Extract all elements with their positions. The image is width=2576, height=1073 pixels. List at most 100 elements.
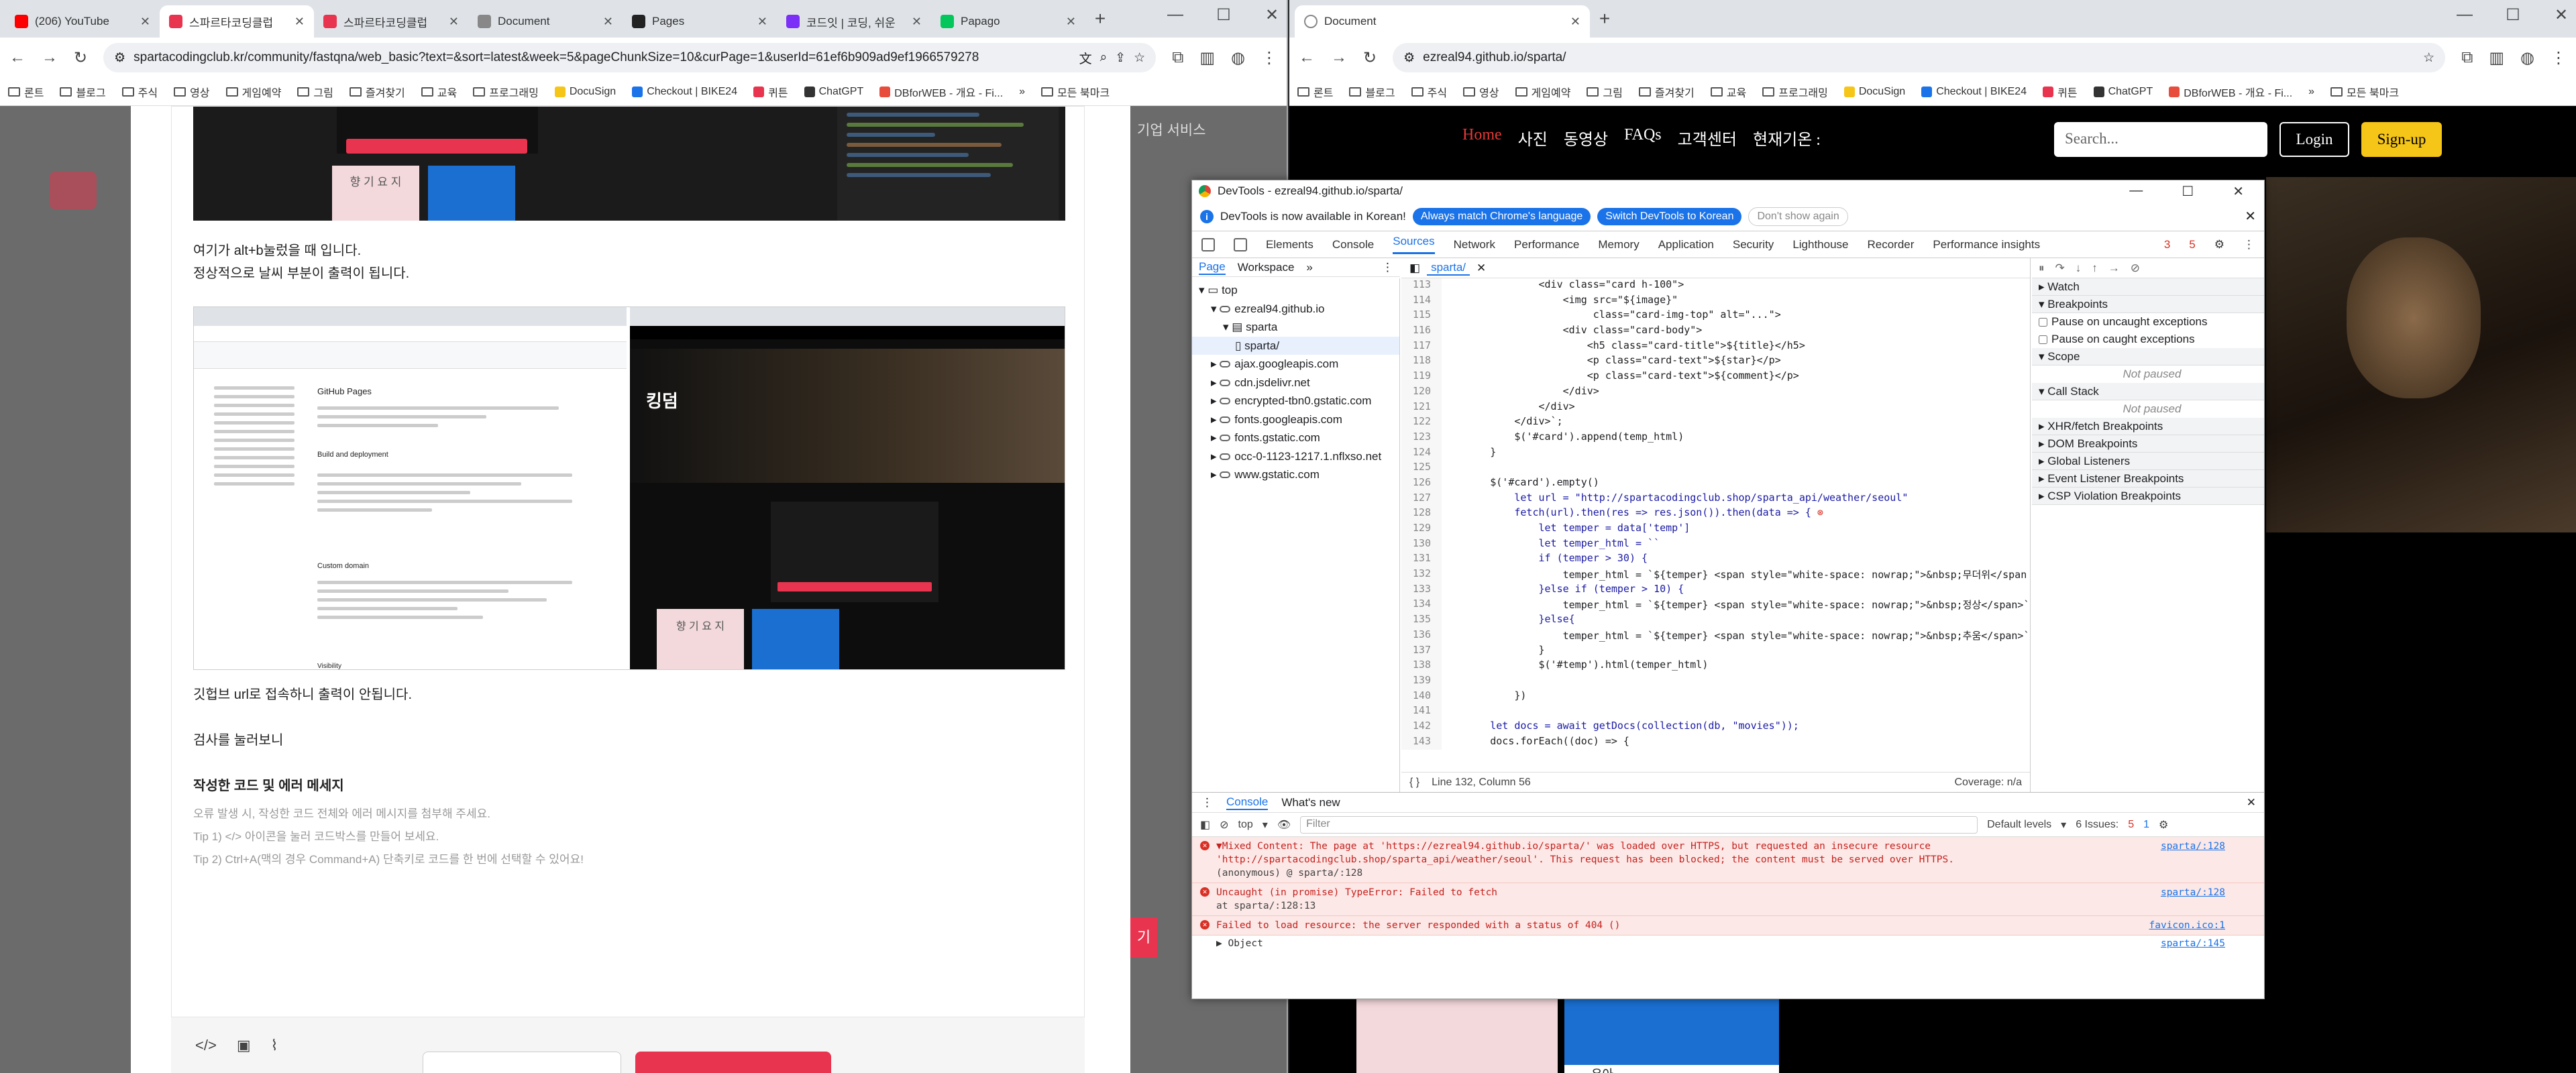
tab-5[interactable]: Pages ✕: [623, 5, 777, 38]
code-line[interactable]: 125: [1401, 461, 2030, 476]
profile-icon[interactable]: ◍: [1231, 48, 1245, 68]
minimize-icon[interactable]: —: [2457, 5, 2473, 25]
extensions-icon[interactable]: ⧉: [1172, 48, 1183, 67]
switch-korean-button[interactable]: Switch DevTools to Korean: [1597, 207, 1742, 225]
collapse-arrow-icon[interactable]: ▸: [1211, 357, 1220, 370]
code-line[interactable]: 139: [1401, 673, 2030, 689]
devtools-tab-recorder[interactable]: Recorder: [1868, 238, 1915, 251]
bookmark-item[interactable]: 게임예약: [225, 84, 281, 100]
submit-button[interactable]: [635, 1052, 831, 1073]
line-number[interactable]: 135: [1401, 613, 1442, 628]
line-number[interactable]: 122: [1401, 415, 1442, 431]
line-number[interactable]: 116: [1401, 324, 1442, 339]
pause-uncaught-row[interactable]: Pause on uncaught exceptions: [2032, 313, 2264, 331]
bookmark-item[interactable]: 즐겨찾기: [349, 84, 405, 100]
bookmark-item[interactable]: Checkout | BIKE24: [1921, 86, 2027, 98]
collapse-arrow-icon[interactable]: ▸: [1211, 431, 1220, 444]
tree-item[interactable]: ▸ fonts.googleapis.com: [1192, 410, 1399, 429]
maximize-icon[interactable]: ☐: [1216, 5, 1232, 25]
pause-caught-checkbox[interactable]: [2039, 335, 2047, 345]
bookmark-item[interactable]: DocuSign: [1843, 86, 1905, 98]
more-bookmarks-icon[interactable]: »: [1019, 86, 1025, 98]
line-number[interactable]: 142: [1401, 719, 1442, 735]
close-tab-icon[interactable]: ✕: [1570, 15, 1580, 29]
device-toolbar-icon[interactable]: [1234, 237, 1247, 251]
drawer-menu-icon[interactable]: ⋮: [1201, 796, 1213, 809]
line-number[interactable]: 141: [1401, 704, 1442, 720]
other-bookmarks[interactable]: 모든 북마크: [2330, 84, 2399, 100]
collapse-arrow-icon[interactable]: ▸: [1211, 376, 1220, 389]
devtools-tab-sources[interactable]: Sources: [1393, 235, 1435, 254]
bookmark-item[interactable]: 즐겨찾기: [1638, 84, 1695, 100]
breakpoints-section[interactable]: ▾ Breakpoints: [2032, 296, 2264, 313]
line-number[interactable]: 131: [1401, 552, 1442, 568]
line-number[interactable]: 129: [1401, 522, 1442, 537]
tab-1[interactable]: (206) YouTube ✕: [5, 5, 160, 38]
code-line[interactable]: 116 <div class="card-body">: [1401, 324, 2030, 339]
share-icon[interactable]: ⇪: [1115, 50, 1126, 66]
minimize-icon[interactable]: —: [1167, 5, 1183, 25]
tab-whats-new[interactable]: What's new: [1281, 796, 1340, 809]
pause-caught-row[interactable]: Pause on caught exceptions: [2032, 331, 2264, 348]
devtools-tab-application[interactable]: Application: [1658, 238, 1714, 251]
close-tab-icon[interactable]: ✕: [1066, 15, 1076, 29]
code-line[interactable]: 138 $('#temp').html(temper_html): [1401, 659, 2030, 674]
code-line[interactable]: 142 let docs = await getDocs(collection(…: [1401, 719, 2030, 735]
signup-button[interactable]: Sign-up: [2361, 122, 2442, 157]
step-icon[interactable]: →: [2108, 262, 2120, 275]
side-panel-icon[interactable]: ▥: [1199, 48, 1215, 68]
clear-console-icon[interactable]: ⊘: [1220, 818, 1228, 832]
tree-item[interactable]: ▸ cdn.jsdelivr.net: [1192, 374, 1399, 392]
code-line[interactable]: 115 class="card-img-top" alt="...">: [1401, 308, 2030, 325]
menu-icon[interactable]: ⋮: [2551, 48, 2567, 68]
reload-icon[interactable]: ↻: [74, 48, 87, 68]
code-line[interactable]: 122 </div>`;: [1401, 415, 2030, 431]
bookmark-item[interactable]: 영상: [174, 84, 210, 100]
object-source-link[interactable]: sparta/:145: [2161, 938, 2225, 949]
chevron-down-icon[interactable]: ▾: [1263, 818, 1268, 832]
bookmark-item[interactable]: 프로그래밍: [1762, 84, 1828, 100]
pause-uncaught-checkbox[interactable]: [2039, 318, 2047, 327]
line-number[interactable]: 133: [1401, 582, 1442, 598]
expand-arrow-icon[interactable]: ▾: [1223, 321, 1232, 333]
devtools-tab-memory[interactable]: Memory: [1598, 238, 1639, 251]
line-number[interactable]: 126: [1401, 475, 1442, 492]
bookmark-item[interactable]: 블로그: [1349, 84, 1395, 100]
profile-icon[interactable]: ◍: [2520, 48, 2534, 68]
line-number[interactable]: 140: [1401, 689, 1442, 705]
console-error[interactable]: ✕ Uncaught (in promise) TypeError: Failed…: [1192, 883, 2264, 916]
bookmark-item[interactable]: DocuSign: [554, 86, 616, 98]
nav-link-4[interactable]: FAQs: [1624, 126, 1662, 150]
code-line[interactable]: 140 }): [1401, 689, 2030, 705]
tab-3[interactable]: 스파르타코딩클럽 ✕: [314, 5, 468, 38]
code-line[interactable]: 136 temper_html = `${temper} <span style…: [1401, 628, 2030, 644]
close-tab-icon[interactable]: ✕: [912, 15, 922, 29]
bookmark-item[interactable]: 게임예약: [1515, 84, 1570, 100]
line-number[interactable]: 134: [1401, 598, 1442, 614]
bookmark-item[interactable]: 그림: [297, 84, 333, 100]
code-lines[interactable]: 113 <div class="card h-100"> 114 <img src…: [1401, 278, 2030, 761]
bookmark-item[interactable]: DBforWEB - 개요 - Fi...: [2169, 84, 2292, 100]
debugger-section[interactable]: ▸ Global Listeners: [2032, 453, 2264, 470]
devtools-tab-lighthouse[interactable]: Lighthouse: [1792, 238, 1848, 251]
line-number[interactable]: 117: [1401, 339, 1442, 355]
line-number[interactable]: 127: [1401, 491, 1442, 507]
context-select[interactable]: top: [1238, 819, 1253, 831]
code-line[interactable]: 127 let url = "http://spartacodingclub.s…: [1401, 491, 2030, 507]
code-line[interactable]: 118 <p class="card-text">${star}</p>: [1401, 354, 2030, 370]
back-icon[interactable]: ←: [1299, 48, 1315, 67]
devtools-tab-elements[interactable]: Elements: [1266, 238, 1313, 251]
line-number[interactable]: 118: [1401, 354, 1442, 370]
tab-2[interactable]: 스파르타코딩클럽 ✕: [160, 5, 314, 38]
tree-item[interactable]: ▯ sparta/: [1192, 336, 1399, 355]
nav-link-3[interactable]: 동영상: [1564, 126, 1608, 150]
error-count[interactable]: 3: [2164, 238, 2170, 251]
attach-icon[interactable]: ⌇: [271, 1037, 278, 1054]
bookmark-item[interactable]: 교육: [421, 84, 457, 100]
reload-icon[interactable]: ↻: [1363, 48, 1377, 68]
expand-arrow-icon[interactable]: ▾: [1199, 284, 1208, 296]
tree-item[interactable]: ▾ ▭ top: [1192, 281, 1399, 300]
nav-link-1[interactable]: Home: [1462, 126, 1502, 150]
code-icon[interactable]: </>: [195, 1037, 217, 1054]
devtools-tab-network[interactable]: Network: [1454, 238, 1495, 251]
